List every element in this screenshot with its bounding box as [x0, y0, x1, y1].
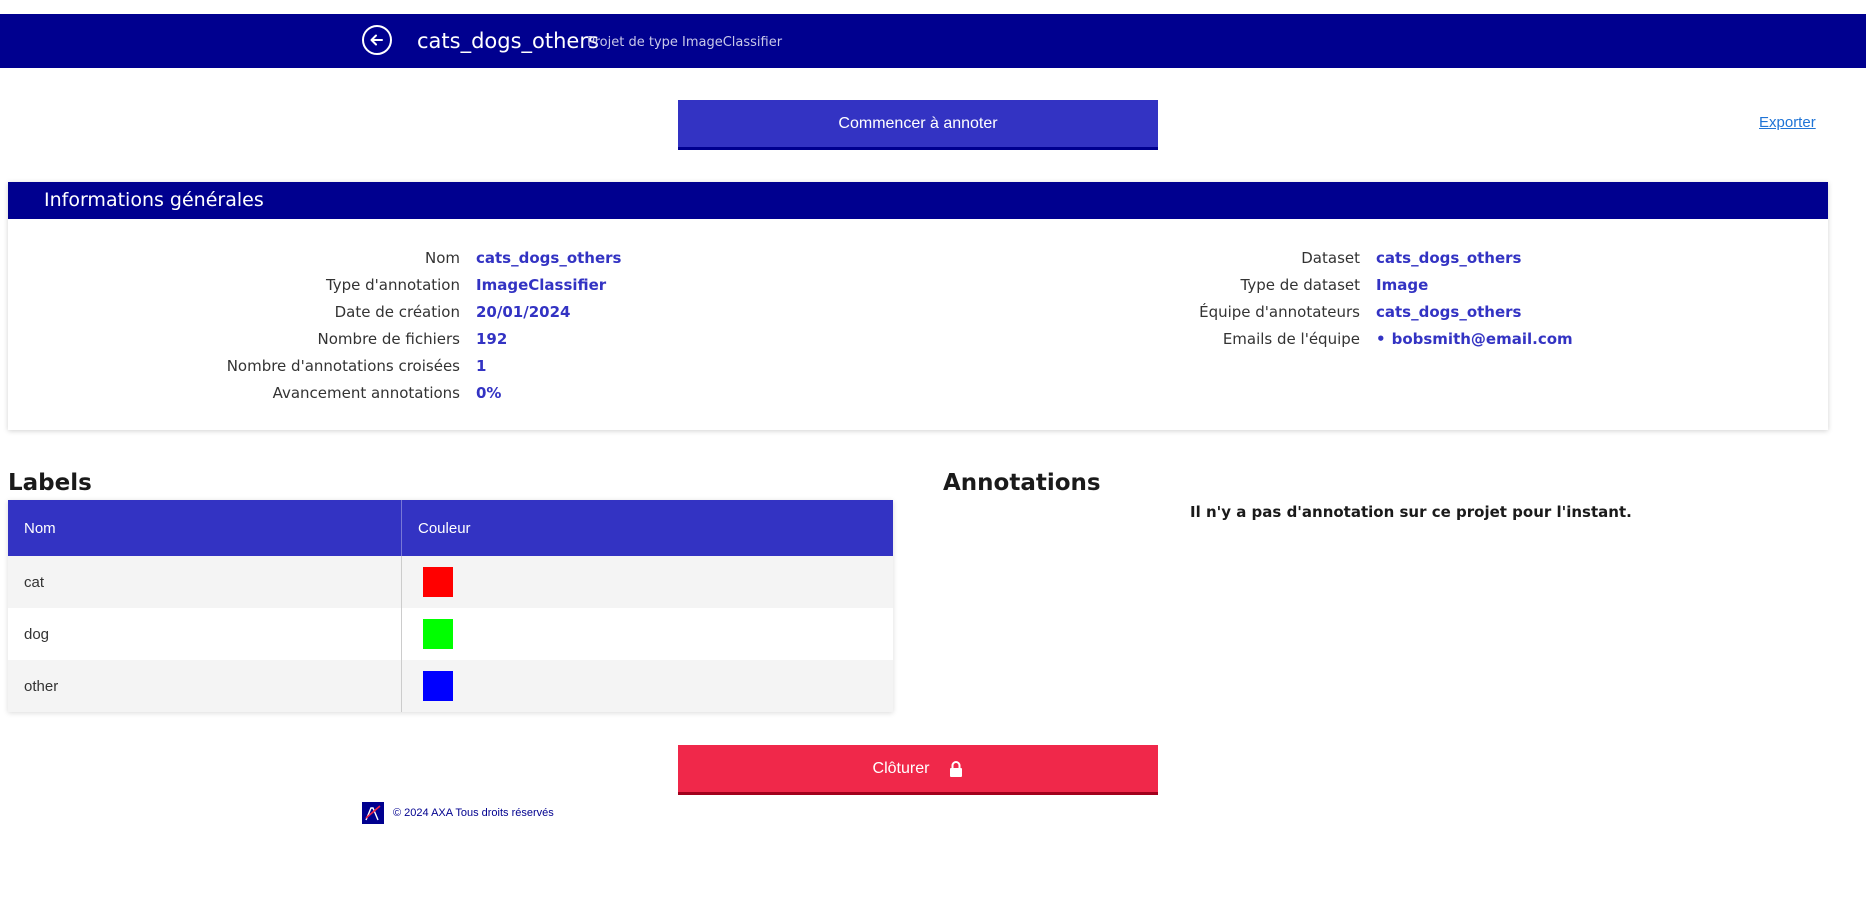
- table-row: other: [8, 660, 893, 712]
- table-row: dog: [8, 608, 893, 660]
- info-label: Dataset: [1301, 248, 1360, 267]
- project-title: cats_dogs_others: [417, 29, 599, 53]
- label-name: other: [8, 660, 402, 712]
- team-email: bobsmith@email.com: [1391, 329, 1573, 348]
- arrow-left-icon: [370, 34, 383, 46]
- labels-table: Nom Couleur cat dog other: [8, 500, 893, 712]
- label-color-cell: [402, 608, 894, 660]
- label-color-cell: [401, 660, 893, 712]
- color-swatch: [423, 567, 453, 597]
- axa-logo-icon: [362, 802, 384, 824]
- labels-title: Labels: [8, 470, 92, 496]
- info-row: Date de création 20/01/2024: [8, 298, 621, 325]
- lock-icon: [950, 760, 963, 777]
- info-label: Nombre d'annotations croisées: [226, 356, 460, 375]
- info-row: Emails de l'équipe • bobsmith@email.com: [1008, 325, 1573, 352]
- table-row: cat: [8, 556, 893, 608]
- info-row: Nombre de fichiers 192: [8, 325, 621, 352]
- info-row: Nombre d'annotations croisées 1: [8, 352, 621, 379]
- team-emails-value: • bobsmith@email.com: [1376, 330, 1573, 348]
- bullet-icon: •: [1376, 329, 1386, 348]
- label-name: cat: [8, 556, 402, 608]
- info-left-column: Nom cats_dogs_others Type d'annotation I…: [8, 244, 622, 406]
- close-project-button[interactable]: Clôturer: [678, 745, 1158, 795]
- info-label: Nom: [424, 248, 460, 267]
- close-button-label: Clôturer: [872, 759, 930, 777]
- annotations-empty-message: Il n'y a pas d'annotation sur ce projet …: [1190, 503, 1632, 521]
- copyright-text: © 2024 AXA Tous droits réservés: [393, 807, 554, 819]
- info-value: 192: [476, 329, 508, 348]
- info-value: cats_dogs_others: [1376, 302, 1522, 321]
- info-value: 20/01/2024: [476, 302, 571, 321]
- info-row: Type de dataset Image: [1008, 271, 1573, 298]
- annotations-title: Annotations: [943, 470, 1101, 496]
- info-value: cats_dogs_others: [476, 248, 622, 267]
- label-color-cell: [401, 556, 893, 608]
- back-button[interactable]: [362, 25, 392, 55]
- label-name: dog: [8, 608, 402, 660]
- info-row: Dataset cats_dogs_others: [1008, 244, 1573, 271]
- info-value: ImageClassifier: [476, 275, 607, 294]
- export-link[interactable]: Exporter: [1759, 114, 1816, 131]
- general-info-card: Informations générales Nom cats_dogs_oth…: [8, 182, 1828, 430]
- color-swatch: [423, 671, 453, 701]
- info-label: Type d'annotation: [325, 275, 460, 294]
- info-value: 1: [476, 356, 487, 375]
- table-header-row: Nom Couleur: [8, 500, 893, 556]
- general-info-title: Informations générales: [8, 182, 1828, 219]
- project-subtitle: Projet de type ImageClassifier: [587, 35, 783, 50]
- info-value: Image: [1376, 275, 1429, 294]
- info-row: Nom cats_dogs_others: [8, 244, 622, 271]
- info-label: Emails de l'équipe: [1222, 329, 1360, 348]
- info-row: Avancement annotations 0%: [8, 379, 621, 406]
- color-swatch: [423, 619, 453, 649]
- info-value: cats_dogs_others: [1376, 248, 1522, 267]
- info-right-column: Dataset cats_dogs_others Type de dataset…: [1008, 244, 1573, 352]
- footer: © 2024 AXA Tous droits réservés: [362, 802, 554, 824]
- column-header-color: Couleur: [401, 500, 893, 556]
- start-annotating-button[interactable]: Commencer à annoter: [678, 100, 1158, 150]
- info-label: Type de dataset: [1240, 275, 1360, 294]
- info-row: Type d'annotation ImageClassifier: [8, 271, 621, 298]
- info-label: Équipe d'annotateurs: [1199, 302, 1360, 321]
- info-label: Nombre de fichiers: [317, 329, 460, 348]
- top-header: cats_dogs_others Projet de type ImageCla…: [0, 14, 1866, 68]
- info-label: Date de création: [334, 302, 460, 321]
- column-header-name: Nom: [8, 500, 402, 556]
- info-label: Avancement annotations: [272, 383, 460, 402]
- info-value: 0%: [476, 383, 502, 402]
- info-row: Équipe d'annotateurs cats_dogs_others: [1008, 298, 1573, 325]
